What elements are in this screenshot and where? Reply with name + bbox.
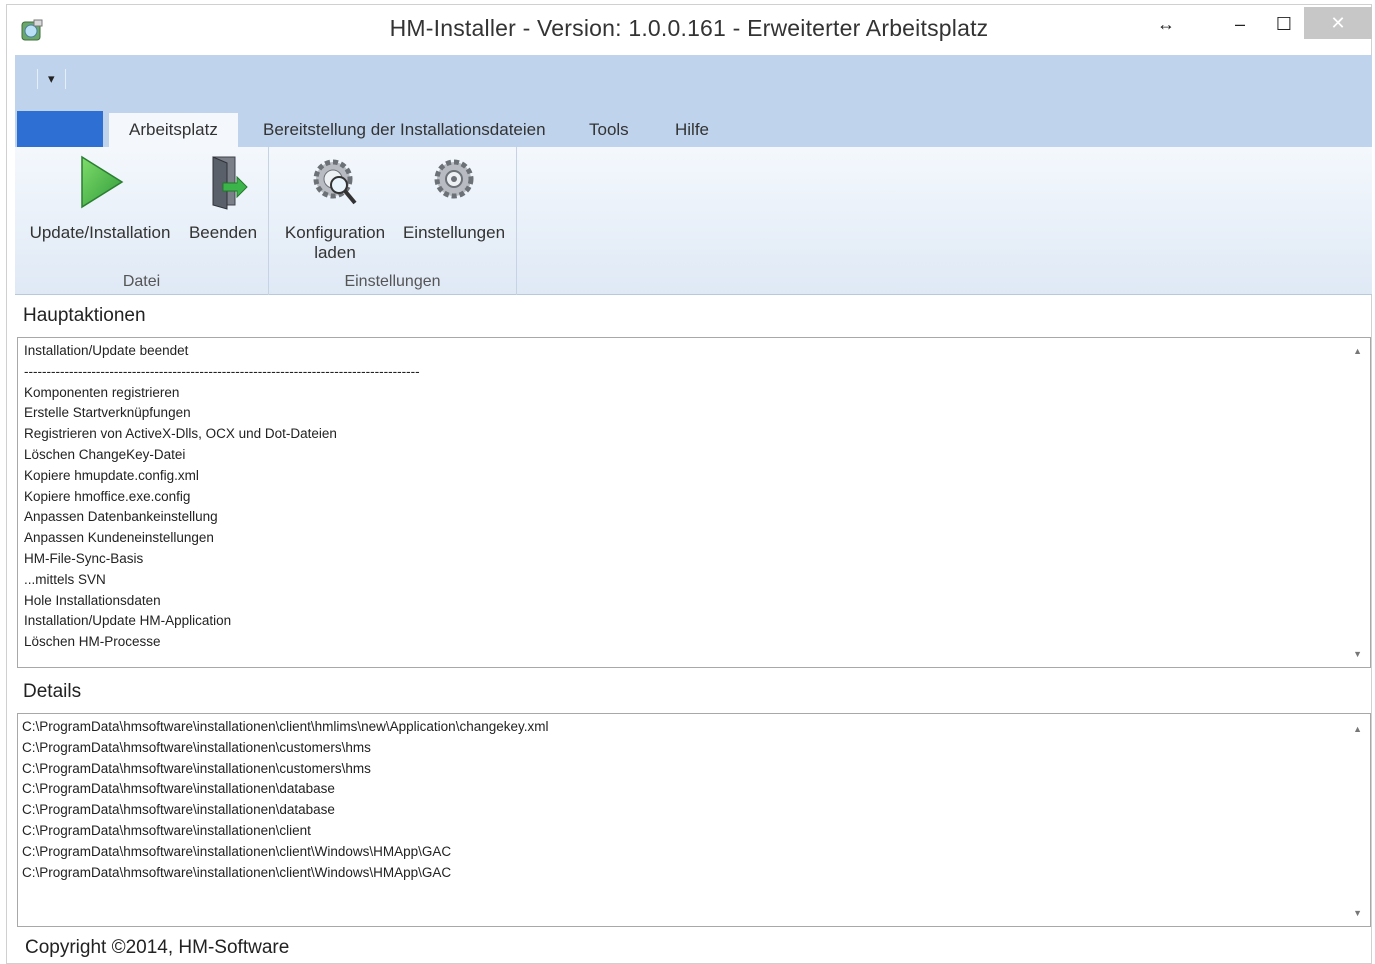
details-line: C:\ProgramData\hmsoftware\installationen… bbox=[22, 739, 371, 755]
tab-arbeitsplatz[interactable]: Arbeitsplatz bbox=[109, 113, 238, 147]
qat-separator bbox=[64, 69, 66, 89]
file-tab[interactable] bbox=[17, 111, 103, 147]
update-installation-label: Update/Installation bbox=[29, 223, 171, 242]
qat-separator bbox=[37, 69, 38, 89]
details-line: C:\ProgramData\hmsoftware\installationen… bbox=[22, 864, 452, 880]
hauptaktionen-line: Installation/Update beendet bbox=[24, 343, 189, 358]
hauptaktionen-line: ...mittels SVN bbox=[24, 571, 106, 587]
maximize-button[interactable]: ☐ bbox=[1269, 9, 1299, 39]
einstellungen-label: Einstellungen bbox=[402, 223, 506, 242]
scroll-down-icon[interactable]: ▼ bbox=[1353, 908, 1362, 918]
tab-bereitstellung[interactable]: Bereitstellung der Installationsdateien bbox=[243, 113, 566, 147]
tab-tools[interactable]: Tools bbox=[569, 113, 649, 147]
details-line: C:\ProgramData\hmsoftware\installationen… bbox=[22, 802, 335, 818]
hauptaktionen-line: Löschen HM-Processe bbox=[24, 634, 161, 650]
ribbon-panel: Update/Installation Beenden Datei Konfig… bbox=[15, 147, 1372, 295]
play-icon bbox=[81, 155, 124, 209]
hauptaktionen-lines: Installation/Update beendet -------------… bbox=[24, 341, 1364, 653]
beenden-label: Beenden bbox=[188, 223, 258, 242]
hauptaktionen-line: Installation/Update HM-Application bbox=[24, 613, 232, 629]
hauptaktionen-line: Kopiere hmoffice.exe.config bbox=[24, 488, 191, 504]
konfiguration-laden-button[interactable]: Konfiguration laden bbox=[279, 153, 391, 263]
hauptaktionen-line: Erstelle Startverknüpfungen bbox=[24, 405, 191, 421]
scroll-down-icon[interactable]: ▼ bbox=[1353, 649, 1362, 659]
group-label-einstellungen: Einstellungen bbox=[344, 273, 441, 290]
resize-icon[interactable]: ↔ bbox=[1151, 9, 1181, 39]
scroll-up-icon[interactable]: ▲ bbox=[1353, 724, 1362, 734]
hauptaktionen-line: ----------------------------------------… bbox=[24, 363, 420, 379]
app-window: HM-Installer - Version: 1.0.0.161 - Erwe… bbox=[6, 4, 1372, 964]
hauptaktionen-log[interactable]: Installation/Update beendet -------------… bbox=[17, 337, 1371, 668]
einstellungen-button[interactable]: Einstellungen bbox=[399, 153, 509, 243]
konfiguration-label-line2: laden bbox=[314, 243, 356, 262]
group-label-datei: Datei bbox=[122, 273, 161, 290]
hauptaktionen-heading: Hauptaktionen bbox=[23, 305, 146, 326]
details-line: C:\ProgramData\hmsoftware\installationen… bbox=[22, 760, 371, 776]
title-bar: HM-Installer - Version: 1.0.0.161 - Erwe… bbox=[7, 5, 1372, 53]
tab-hilfe[interactable]: Hilfe bbox=[655, 113, 729, 147]
details-line: C:\ProgramData\hmsoftware\installationen… bbox=[22, 781, 335, 797]
quick-access-toolbar: ▾ bbox=[37, 69, 66, 89]
gear-icon bbox=[434, 159, 474, 199]
details-lines: C:\ProgramData\hmsoftware\installationen… bbox=[22, 717, 1366, 883]
details-line: C:\ProgramData\hmsoftware\installationen… bbox=[22, 822, 311, 838]
qat-dropdown-icon[interactable]: ▾ bbox=[48, 71, 55, 87]
hauptaktionen-line: Komponenten registrieren bbox=[24, 384, 180, 400]
group-datei: Update/Installation Beenden Datei bbox=[15, 147, 269, 295]
details-line: C:\ProgramData\hmsoftware\installationen… bbox=[22, 719, 549, 734]
scroll-up-icon[interactable]: ▲ bbox=[1353, 346, 1362, 356]
hauptaktionen-line: HM-File-Sync-Basis bbox=[24, 550, 144, 566]
konfiguration-label-line1: Konfiguration bbox=[284, 223, 386, 242]
hauptaktionen-line: Löschen ChangeKey-Datei bbox=[24, 446, 186, 462]
minimize-button[interactable]: – bbox=[1225, 9, 1255, 39]
close-button[interactable]: ✕ bbox=[1304, 7, 1372, 39]
gear-search-icon bbox=[313, 159, 357, 205]
beenden-button[interactable]: Beenden bbox=[183, 153, 263, 243]
details-log[interactable]: C:\ProgramData\hmsoftware\installationen… bbox=[17, 713, 1371, 927]
update-installation-button[interactable]: Update/Installation bbox=[21, 153, 179, 243]
details-heading: Details bbox=[23, 681, 82, 702]
ribbon-header: ▾ Arbeitsplatz Bereitstellung der Instal… bbox=[15, 55, 1372, 147]
hauptaktionen-line: Anpassen Datenbankeinstellung bbox=[24, 509, 218, 525]
exit-door-icon bbox=[212, 156, 248, 210]
hauptaktionen-line: Kopiere hmupdate.config.xml bbox=[24, 467, 199, 483]
hauptaktionen-line: Hole Installationsdaten bbox=[24, 592, 161, 608]
hauptaktionen-line: Registrieren von ActiveX-Dlls, OCX und D… bbox=[24, 426, 337, 442]
hauptaktionen-line: Anpassen Kundeneinstellungen bbox=[24, 530, 214, 546]
details-line: C:\ProgramData\hmsoftware\installationen… bbox=[22, 843, 452, 859]
copyright-text: Copyright ©2014, HM-Software bbox=[25, 937, 290, 958]
group-einstellungen: Konfiguration laden Einstellungen Einste… bbox=[269, 147, 517, 295]
